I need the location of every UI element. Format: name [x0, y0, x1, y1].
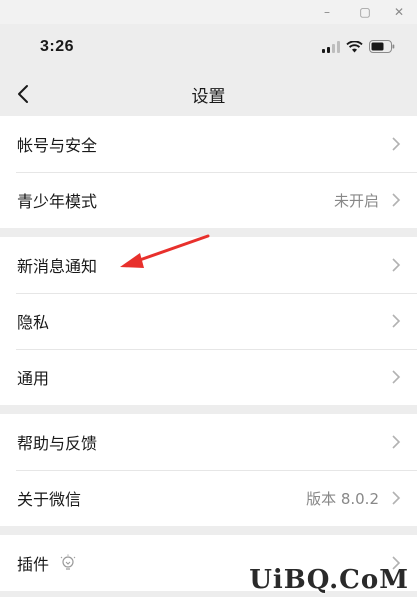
settings-group-account: 帐号与安全 青少年模式 未开启 [0, 116, 417, 228]
settings-item-help-feedback[interactable]: 帮助与反馈 [0, 414, 417, 470]
status-bar: 3:26 [0, 24, 417, 72]
signal-icon [322, 40, 340, 53]
settings-item-label: 关于微信 [17, 490, 82, 509]
settings-item-value: 未开启 [333, 191, 379, 210]
settings-item-youth-mode[interactable]: 青少年模式 未开启 [0, 172, 417, 228]
watermark: UiBQ.CoM [249, 565, 409, 595]
chevron-right-icon [392, 137, 401, 151]
settings-item-label: 帮助与反馈 [17, 434, 98, 453]
settings-item-label: 帐号与安全 [17, 136, 98, 155]
chevron-right-icon [392, 314, 401, 328]
settings-item-label: 插件 [17, 555, 50, 574]
chevron-right-icon [392, 435, 401, 449]
nav-bar: 设置 [0, 72, 417, 116]
settings-item-privacy[interactable]: 隐私 [0, 293, 417, 349]
system-icons [322, 40, 395, 53]
chevron-right-icon [392, 370, 401, 384]
settings-item-label: 新消息通知 [17, 257, 98, 276]
minimize-button[interactable]: – [313, 0, 341, 24]
settings-item-account-security[interactable]: 帐号与安全 [0, 116, 417, 172]
page-title: 设置 [191, 87, 226, 107]
lightbulb-icon [60, 554, 76, 570]
status-time: 3:26 [40, 38, 75, 55]
chevron-right-icon [392, 258, 401, 272]
settings-item-notifications[interactable]: 新消息通知 [0, 237, 417, 293]
wifi-icon [346, 40, 363, 52]
maximize-button[interactable]: ▢ [351, 0, 379, 24]
settings-item-label: 通用 [17, 369, 50, 388]
close-button[interactable]: ✕ [385, 0, 413, 24]
battery-icon [369, 40, 395, 53]
settings-item-label: 青少年模式 [17, 192, 98, 211]
settings-item-about[interactable]: 关于微信 版本 8.0.2 [0, 470, 417, 526]
chevron-right-icon [392, 491, 401, 505]
settings-item-value: 版本 8.0.2 [306, 489, 379, 508]
window-titlebar: – ▢ ✕ [0, 0, 417, 24]
settings-item-label: 隐私 [17, 313, 50, 332]
settings-group-general: 新消息通知 隐私 通用 [0, 237, 417, 405]
settings-item-general[interactable]: 通用 [0, 349, 417, 405]
settings-group-help: 帮助与反馈 关于微信 版本 8.0.2 [0, 414, 417, 526]
chevron-right-icon [392, 193, 401, 207]
